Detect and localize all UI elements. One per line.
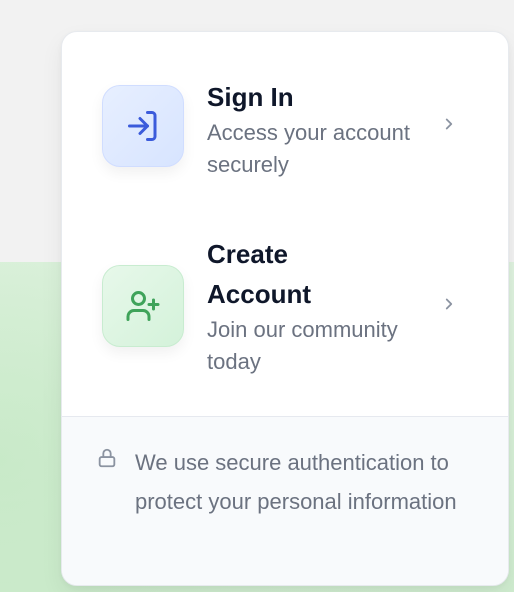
security-note-footer: We use secure authentication to protect … [62,416,508,585]
sign-in-subtitle: Access your account securely [207,120,410,177]
lock-icon [98,448,116,468]
create-account-subtitle: Join our community today [207,317,398,374]
auth-options-card: Sign In Access your account securely Cre… [61,31,509,586]
user-plus-icon [126,291,160,321]
create-account-option[interactable]: Create Account Join our community today [62,230,508,408]
chevron-right-icon [445,298,453,310]
create-account-icon-tile [102,265,184,347]
sign-in-option[interactable]: Sign In Access your account securely [62,72,508,192]
create-account-text: Create Account Join our community today [207,234,457,378]
chevron-right-icon [445,118,453,130]
sign-in-title: Sign In [207,82,294,112]
security-note: We use secure authentication to protect … [135,450,457,514]
create-account-title: Create Account [207,239,311,309]
sign-in-icon-tile [102,85,184,167]
sign-in-icon [128,111,157,141]
sign-in-text: Sign In Access your account securely [207,77,457,181]
